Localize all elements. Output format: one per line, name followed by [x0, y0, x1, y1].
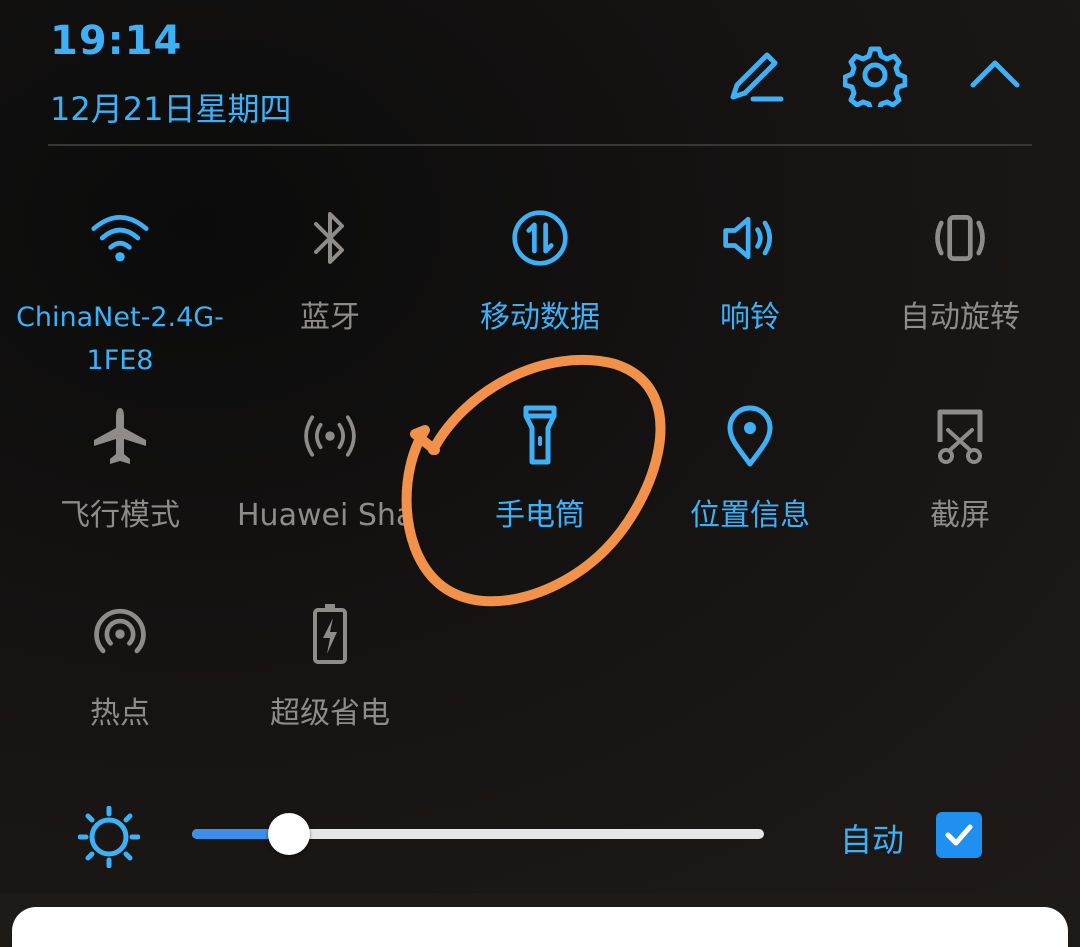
collapse-icon: [970, 60, 1020, 88]
rotate-icon: [935, 215, 985, 261]
edit-icon: [730, 52, 784, 102]
tile-sound[interactable]: 响铃: [645, 206, 855, 386]
hotspot-icon: [94, 608, 146, 654]
bluetooth-icon: [314, 212, 344, 264]
tile-huawei-share[interactable]: Huawei Shar: [225, 404, 435, 584]
edit-button[interactable]: [720, 40, 790, 110]
airplane-icon: [94, 408, 146, 464]
battery-icon: [313, 604, 347, 664]
tile-label: 截屏: [930, 498, 990, 533]
wifi-icon: [91, 215, 149, 262]
tile-label: 飞行模式: [60, 498, 180, 533]
share-icon: [304, 415, 356, 457]
tile-auto-rotate[interactable]: 自动旋转: [855, 206, 1065, 386]
location-pin-icon: [727, 405, 773, 467]
flashlight-icon: [523, 405, 557, 465]
tile-label: 热点: [90, 696, 150, 731]
brightness-slider[interactable]: [192, 813, 764, 855]
tile-mobile-data[interactable]: 移动数据: [435, 206, 645, 386]
auto-brightness-checkbox[interactable]: [936, 812, 982, 858]
tile-airplane[interactable]: 飞行模式: [15, 404, 225, 584]
tile-label: 位置信息: [690, 498, 810, 533]
screenshot-icon: [937, 409, 983, 464]
brightness-icon: [77, 805, 141, 869]
clock-date: 12月21日星期四: [50, 90, 292, 128]
tile-label: 超级省电: [270, 696, 390, 731]
speaker-icon: [723, 216, 773, 260]
brightness-button[interactable]: [77, 805, 141, 869]
check-icon: [945, 824, 973, 846]
tile-label: Huawei Shar: [237, 498, 405, 533]
tile-label: 自动旋转: [900, 300, 1020, 335]
tile-label: 手电筒: [495, 498, 585, 533]
settings-icon: [843, 46, 907, 107]
quick-settings-panel: 19:14 12月21日星期四 ChinaNet-2.4G-1FE8 蓝牙 移动…: [0, 0, 1080, 893]
tile-power-saving[interactable]: 超级省电: [225, 602, 435, 782]
clock-time: 19:14: [50, 18, 183, 64]
notification-sheet-edge: [12, 907, 1068, 947]
settings-button[interactable]: [840, 40, 910, 110]
tile-bluetooth[interactable]: 蓝牙: [225, 206, 435, 386]
auto-brightness-label: 自动: [840, 821, 905, 859]
mobile-data-icon: [512, 210, 568, 266]
tile-hotspot[interactable]: 热点: [15, 602, 225, 782]
tile-screenshot[interactable]: 截屏: [855, 404, 1065, 584]
tile-wifi[interactable]: ChinaNet-2.4G-1FE8: [15, 206, 225, 386]
tile-label: ChinaNet-2.4G-1FE8: [16, 302, 224, 376]
header-divider: [48, 144, 1032, 146]
tile-flashlight[interactable]: 手电筒: [435, 404, 645, 584]
tile-label: 响铃: [720, 300, 780, 335]
tile-location[interactable]: 位置信息: [645, 404, 855, 584]
collapse-button[interactable]: [960, 40, 1030, 110]
brightness-slider-thumb[interactable]: [268, 813, 311, 855]
tile-label: 移动数据: [480, 300, 600, 335]
tile-label: 蓝牙: [300, 300, 360, 335]
